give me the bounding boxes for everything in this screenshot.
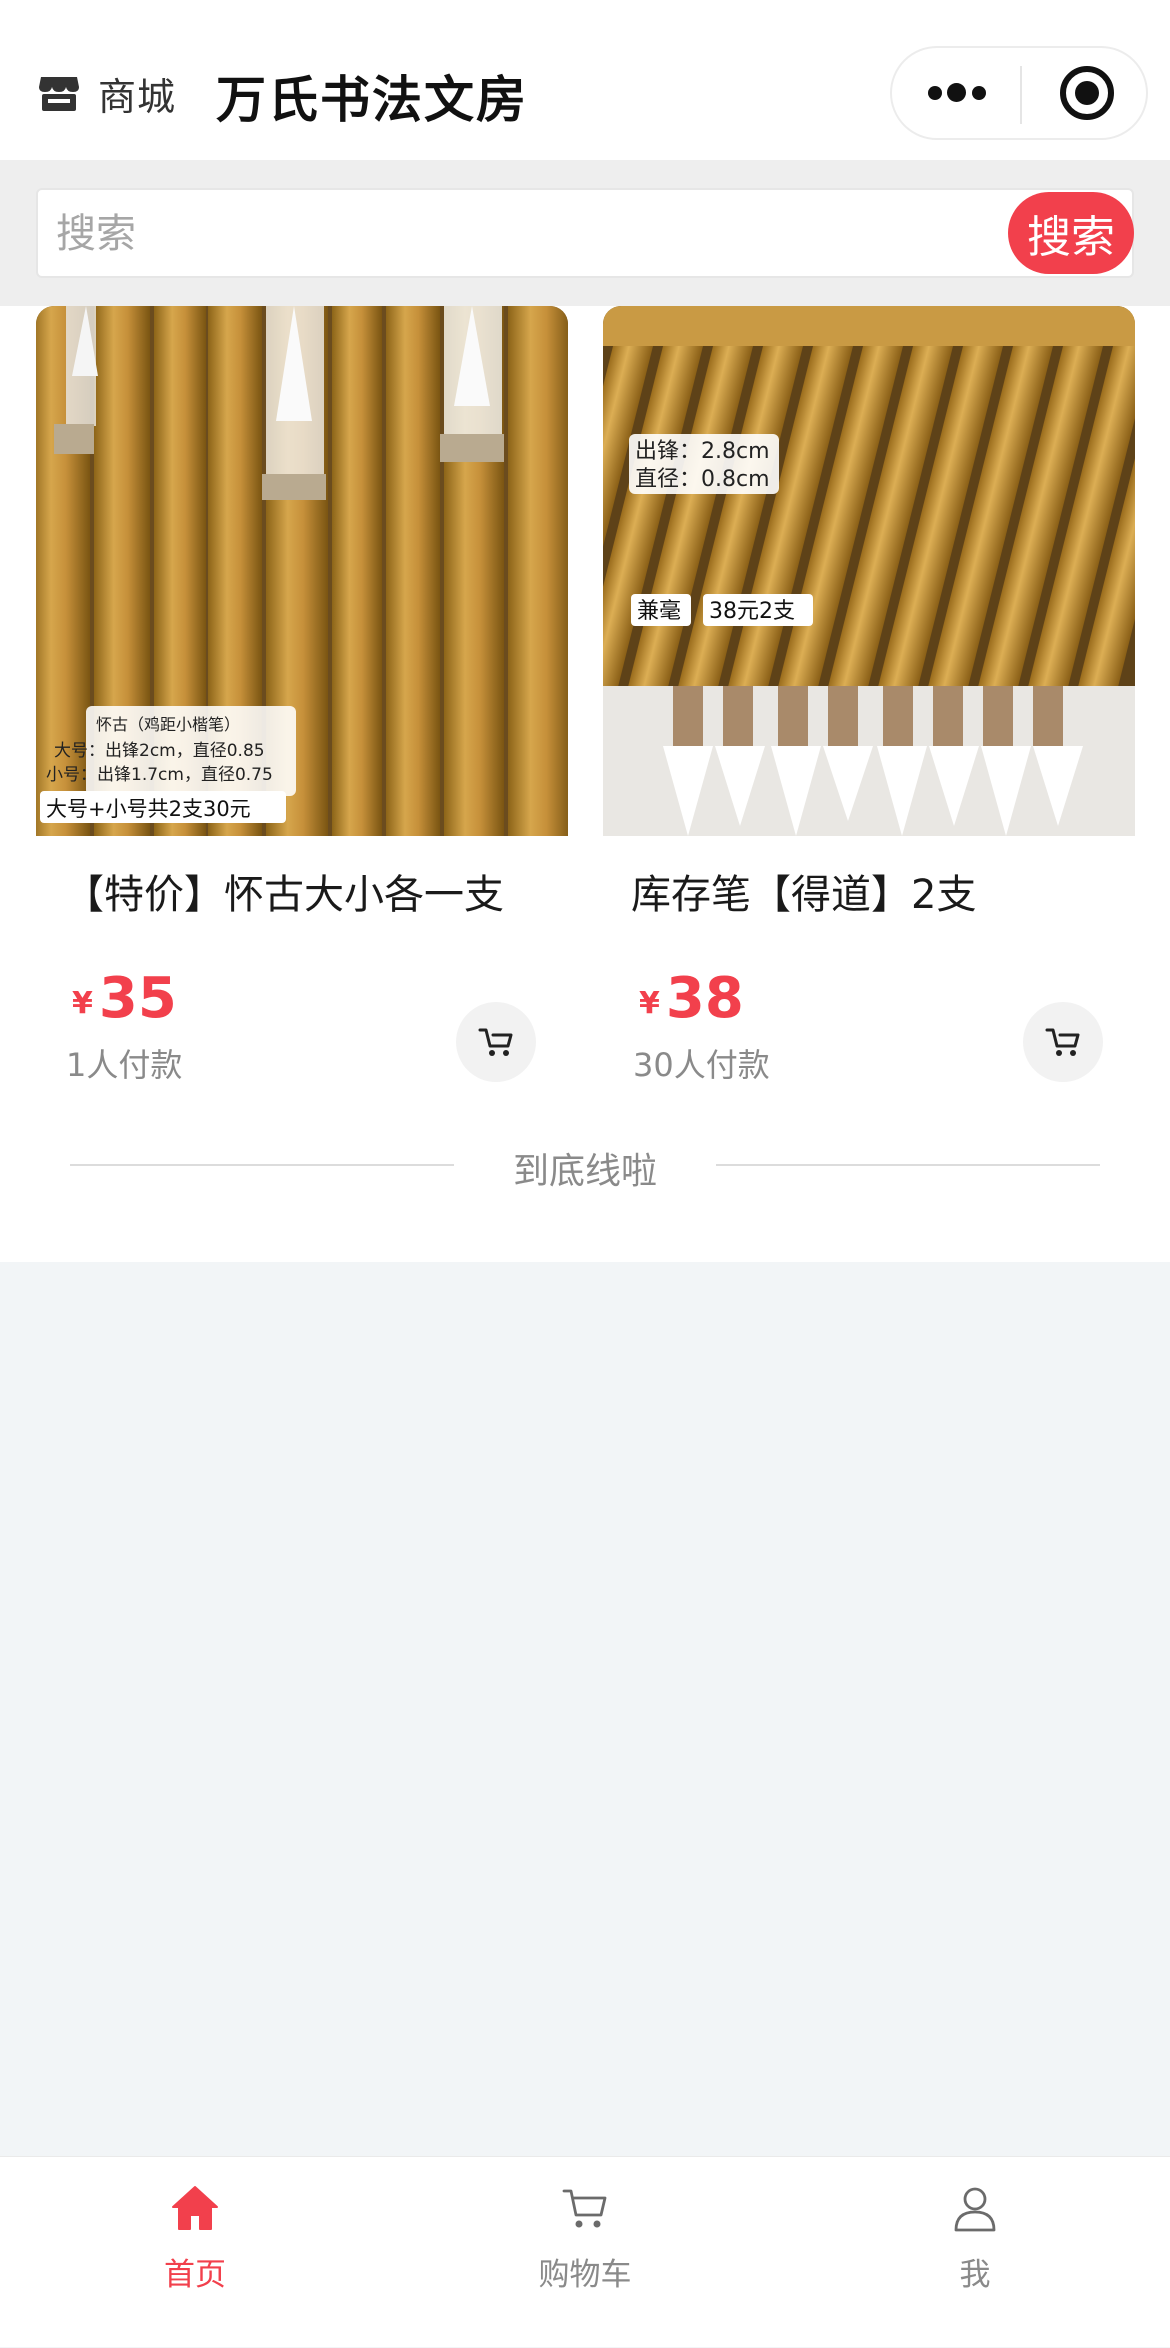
product-price: ¥38 (639, 966, 744, 1031)
currency-symbol: ¥ (72, 986, 93, 1021)
add-to-cart-button[interactable] (1023, 1002, 1103, 1082)
cart-icon (1045, 1028, 1080, 1056)
divider-right (716, 1164, 1100, 1166)
image-caption-line: 出锋：2.8cm (635, 439, 770, 464)
cart-icon (562, 2189, 607, 2228)
home-icon (172, 2186, 218, 2230)
tab-home[interactable]: 首页 (0, 2157, 390, 2348)
image-price-tag: 大号+小号共2支30元 (46, 797, 251, 821)
product-image[interactable]: 怀古（鸡距小楷笔） 大号：出锋2cm，直径0.85 小号：出锋1.7cm，直径0… (36, 306, 568, 836)
paid-count: 1人付款 (66, 1046, 183, 1084)
image-caption-line: 怀古（鸡距小楷笔） (96, 715, 240, 734)
product-list: 怀古（鸡距小楷笔） 大号：出锋2cm，直径0.85 小号：出锋1.7cm，直径0… (0, 306, 1170, 1262)
image-price-tag: 38元2支 (709, 599, 795, 624)
more-button[interactable] (892, 48, 1020, 138)
product-title[interactable]: 库存笔【得道】2支 (631, 862, 1131, 920)
image-caption-line: 小号：出锋1.7cm，直径0.75 (46, 765, 273, 785)
add-to-cart-button[interactable] (456, 1002, 536, 1082)
search-box: 搜索 (36, 188, 1134, 278)
price-value: 38 (665, 966, 744, 1031)
search-bar-area: 搜索 (0, 160, 1170, 306)
mini-program-capsule (890, 46, 1148, 140)
product-title[interactable]: 【特价】怀古大小各一支 (64, 862, 564, 920)
store-icon (39, 77, 79, 111)
top-navigation-bar: 商城 万氏书法文房 (0, 0, 1170, 160)
search-input[interactable] (54, 198, 1014, 270)
tab-cart[interactable]: 购物车 (390, 2157, 780, 2348)
user-icon (954, 2187, 996, 2232)
image-caption-line: 大号：出锋2cm，直径0.85 (54, 741, 265, 761)
tab-label: 首页 (164, 2257, 226, 2293)
currency-symbol: ¥ (639, 986, 660, 1021)
cart-icon (478, 1028, 513, 1056)
store-label[interactable]: 商城 (98, 66, 176, 121)
product-card[interactable]: 怀古（鸡距小楷笔） 大号：出锋2cm，直径0.85 小号：出锋1.7cm，直径0… (36, 306, 568, 1096)
tab-label: 我 (959, 2257, 991, 2293)
price-value: 35 (98, 966, 177, 1031)
image-caption-line: 直径：0.8cm (635, 467, 770, 492)
product-price: ¥35 (72, 966, 177, 1031)
end-of-list-text: 到底线啦 (512, 1151, 657, 1192)
image-tag: 兼毫 (637, 599, 681, 624)
close-program-button[interactable] (1022, 48, 1148, 138)
tab-label: 购物车 (538, 2257, 632, 2293)
divider-left (70, 1164, 454, 1166)
product-image[interactable]: 出锋：2.8cm 直径：0.8cm 兼毫 38元2支 (603, 306, 1135, 836)
paid-count: 30人付款 (633, 1046, 770, 1084)
page-title: 万氏书法文房 (216, 71, 528, 129)
search-button[interactable]: 搜索 (1008, 192, 1134, 274)
bottom-tab-bar: 首页 购物车 我 (0, 2156, 1170, 2347)
product-card[interactable]: 出锋：2.8cm 直径：0.8cm 兼毫 38元2支 库存笔【得道】2支 ¥38… (603, 306, 1135, 1096)
tab-me[interactable]: 我 (780, 2157, 1170, 2348)
